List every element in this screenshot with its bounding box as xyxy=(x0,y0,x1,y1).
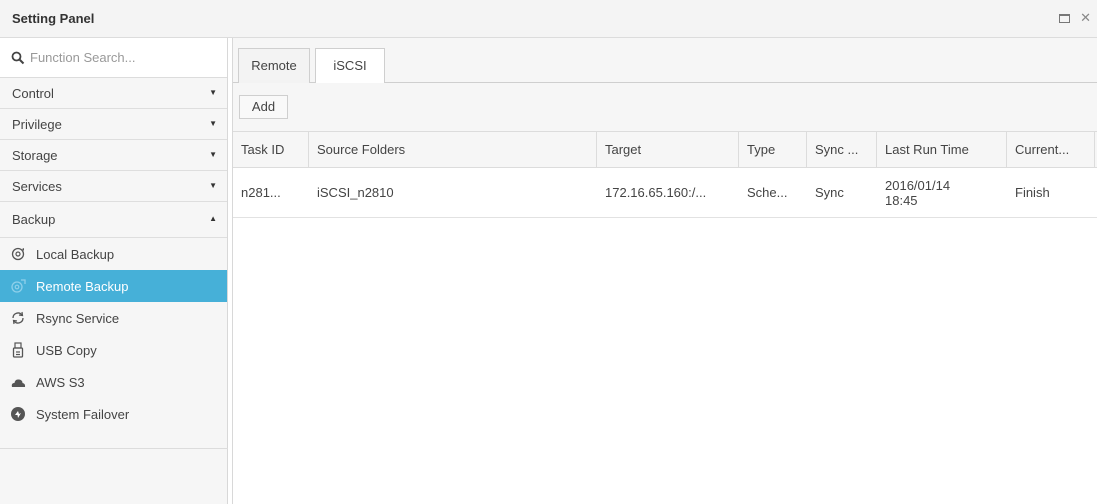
window-title: Setting Panel xyxy=(12,11,95,26)
chevron-down-icon: ▼ xyxy=(209,150,217,159)
sidebar-category-control[interactable]: Control ▼ xyxy=(0,78,227,109)
column-header-task-id[interactable]: Task ID xyxy=(233,132,309,167)
sidebar-item-remote-backup[interactable]: Remote Backup xyxy=(0,270,227,302)
sidebar-item-aws-s3[interactable]: AWS S3 xyxy=(0,366,227,398)
cell-sync: Sync xyxy=(815,185,844,200)
column-header-last-run-time[interactable]: Last Run Time xyxy=(877,132,1007,167)
sidebar: Control ▼ Privilege ▼ Storage ▼ Services… xyxy=(0,38,228,504)
tab-label: iSCSI xyxy=(333,58,367,73)
usb-icon xyxy=(12,342,24,358)
category-label: Services xyxy=(12,179,62,194)
sidebar-item-label: AWS S3 xyxy=(36,375,85,390)
tab-bar: Remote iSCSI xyxy=(233,38,1097,84)
sidebar-category-backup[interactable]: Backup ▲ xyxy=(0,202,227,238)
table-header: Task ID Source Folders Target Type Sync … xyxy=(233,131,1097,168)
sidebar-item-label: USB Copy xyxy=(36,343,97,358)
sidebar-item-label: Remote Backup xyxy=(36,279,129,294)
cloud-icon xyxy=(11,379,26,387)
category-label: Storage xyxy=(12,148,58,163)
table-row[interactable]: n281... iSCSI_n2810 172.16.65.160:/... S… xyxy=(233,168,1097,218)
cell-target: 172.16.65.160:/... xyxy=(605,185,707,200)
rsync-icon xyxy=(12,311,24,325)
sidebar-item-label: Local Backup xyxy=(36,247,115,262)
cell-type: Sche... xyxy=(747,185,788,200)
sidebar-item-rsync-service[interactable]: Rsync Service xyxy=(0,302,227,334)
main-panel: Remote iSCSI Add Task ID Source Folders … xyxy=(232,38,1097,504)
cell-source-folders: iSCSI_n2810 xyxy=(317,185,394,200)
sidebar-category-services[interactable]: Services ▼ xyxy=(0,171,227,202)
restore-icon xyxy=(1059,13,1071,23)
category-label: Control xyxy=(12,86,54,101)
chevron-down-icon: ▼ xyxy=(209,88,217,97)
cell-last-run-time: 2016/01/14 18:45 xyxy=(885,177,951,208)
restore-button[interactable] xyxy=(1059,13,1071,23)
local-backup-icon xyxy=(11,247,25,261)
column-header-source-folders[interactable]: Source Folders xyxy=(309,132,597,167)
column-header-sync[interactable]: Sync ... xyxy=(807,132,877,167)
search-input[interactable] xyxy=(30,47,210,67)
chevron-up-icon: ▲ xyxy=(209,214,217,223)
cell-task-id: n281... xyxy=(241,185,281,200)
add-button[interactable]: Add xyxy=(239,95,288,119)
function-search xyxy=(0,38,227,78)
sidebar-divider xyxy=(0,448,228,449)
tab-iscsi[interactable]: iSCSI xyxy=(315,48,385,84)
category-label: Privilege xyxy=(12,117,62,132)
cell-current: Finish xyxy=(1015,185,1050,200)
column-header-type[interactable]: Type xyxy=(739,132,807,167)
sidebar-category-privilege[interactable]: Privilege ▼ xyxy=(0,109,227,140)
window-controls: ✕ xyxy=(1059,10,1091,26)
sidebar-item-local-backup[interactable]: Local Backup xyxy=(0,238,227,270)
close-button[interactable]: ✕ xyxy=(1080,10,1091,26)
sidebar-item-usb-copy[interactable]: USB Copy xyxy=(0,334,227,366)
close-icon: ✕ xyxy=(1080,10,1091,25)
tab-label: Remote xyxy=(251,58,297,73)
column-header-target[interactable]: Target xyxy=(597,132,739,167)
title-bar: Setting Panel ✕ xyxy=(0,0,1097,38)
column-header-current[interactable]: Current... xyxy=(1007,132,1095,167)
category-label: Backup xyxy=(12,212,56,227)
toolbar: Add xyxy=(233,83,1097,131)
chevron-down-icon: ▼ xyxy=(209,119,217,128)
tab-remote[interactable]: Remote xyxy=(238,48,310,83)
chevron-down-icon: ▼ xyxy=(209,181,217,190)
remote-backup-icon xyxy=(11,279,26,293)
sidebar-category-storage[interactable]: Storage ▼ xyxy=(0,140,227,171)
sidebar-item-label: Rsync Service xyxy=(36,311,120,326)
failover-icon xyxy=(11,407,25,421)
search-icon xyxy=(11,51,25,65)
sidebar-item-system-failover[interactable]: System Failover xyxy=(0,398,227,430)
sidebar-item-label: System Failover xyxy=(36,407,130,422)
